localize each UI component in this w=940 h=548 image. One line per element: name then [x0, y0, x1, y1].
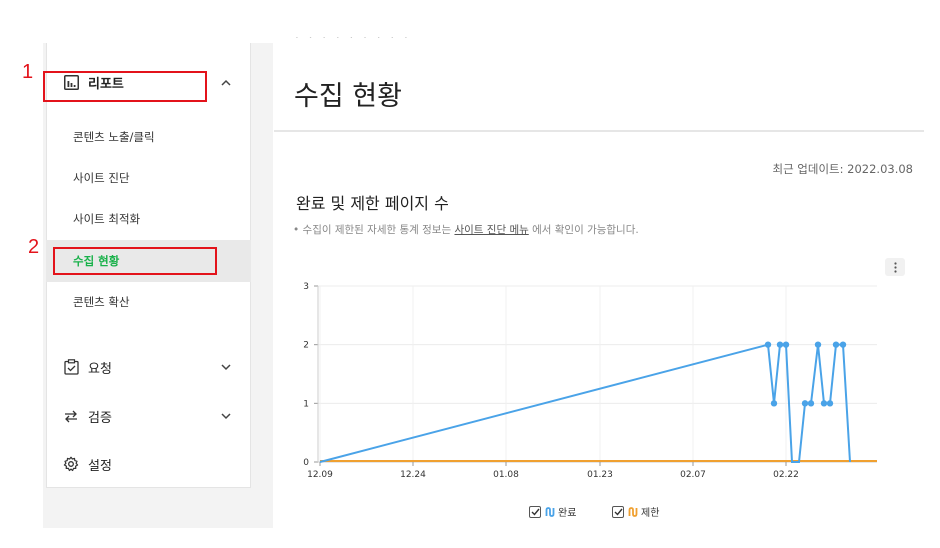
series-done-point	[820, 400, 828, 407]
checkmark-icon	[614, 508, 623, 516]
y-tick-label: 3	[303, 282, 309, 292]
more-vertical-icon	[893, 261, 897, 273]
x-tick-label: 02.07	[680, 470, 706, 480]
x-tick-label: 01.23	[587, 470, 613, 480]
series-done-point	[814, 341, 822, 348]
series-swatch-icon	[628, 502, 638, 521]
series-done-point	[839, 341, 847, 348]
annotation-number-2: 2	[28, 236, 40, 258]
x-tick-label: 12.24	[400, 470, 426, 480]
series-swatch-icon	[545, 502, 555, 521]
legend-item-limited[interactable]: 제한	[612, 502, 659, 521]
checkmark-icon	[531, 508, 540, 516]
sidebar-item-label: 설정	[88, 458, 112, 474]
clipboard-check-icon	[63, 359, 79, 375]
series-done-point	[826, 400, 834, 407]
chart-more-button[interactable]	[885, 258, 905, 276]
chevron-down-icon[interactable]	[220, 410, 232, 422]
chevron-up-icon[interactable]	[220, 76, 232, 88]
legend-label: 제한	[641, 508, 660, 519]
sidebar-item-request[interactable]: 요청	[46, 346, 251, 388]
clipped-header-text: · · · · · · · · ·	[295, 37, 411, 44]
title-divider	[274, 130, 924, 132]
notice-prefix: • 수집이 제한된 자세한 통계 정보는	[293, 224, 455, 236]
series-done-point	[776, 341, 784, 348]
series-done-point	[782, 341, 790, 348]
site-diagnosis-link[interactable]: 사이트 진단 메뉴	[454, 224, 528, 236]
repeat-arrows-icon	[63, 408, 79, 424]
x-tick-label: 01.08	[493, 470, 519, 480]
sidebar-subitem-label: 사이트 진단	[73, 171, 130, 185]
series-done-point	[764, 341, 772, 348]
sidebar-subitem-label: 콘텐츠 노출/클릭	[73, 130, 155, 144]
series-done-point	[801, 400, 809, 407]
sidebar-subitem-content-exposure[interactable]: 콘텐츠 노출/클릭	[46, 116, 251, 158]
sidebar-item-label: 검증	[88, 410, 112, 426]
checkbox[interactable]	[612, 505, 624, 518]
sidebar-subitem-content-spread[interactable]: 콘텐츠 확산	[46, 281, 251, 323]
annotation-box-2	[53, 247, 217, 275]
series-done-point	[832, 341, 840, 348]
section-title: 완료 및 제한 페이지 수	[296, 194, 449, 213]
chart-area: 0 1 2 3 12.09 12.24 01.08 01.23 02.07 02.22	[303, 282, 877, 480]
notice-text: • 수집이 제한된 자세한 통계 정보는 사이트 진단 메뉴 에서 확인이 가능…	[293, 222, 639, 237]
sidebar-item-label: 요청	[88, 361, 112, 377]
sidebar-subitem-site-diagnosis[interactable]: 사이트 진단	[46, 157, 251, 199]
sidebar-subitem-label: 사이트 최적화	[73, 212, 141, 226]
legend-item-done[interactable]: 완료	[529, 502, 576, 521]
y-tick-label: 2	[303, 341, 309, 351]
x-tick-label: 12.09	[307, 470, 333, 480]
legend-label: 완료	[558, 508, 577, 519]
sidebar-item-settings[interactable]: 설정	[46, 443, 251, 485]
annotation-box-1	[43, 71, 207, 102]
y-tick-label: 0	[303, 458, 309, 468]
sidebar-item-verify[interactable]: 검증	[46, 395, 251, 437]
x-tick-label: 02.22	[773, 470, 799, 480]
page-title: 수집 현황	[294, 81, 402, 112]
annotation-number-1: 1	[22, 61, 34, 83]
sidebar-subitem-label: 콘텐츠 확산	[73, 295, 130, 309]
y-tick-label: 1	[303, 399, 309, 409]
checkbox[interactable]	[529, 505, 541, 518]
chevron-down-icon[interactable]	[220, 361, 232, 373]
series-done-point	[770, 400, 778, 407]
sidebar-subitem-site-optimization[interactable]: 사이트 최적화	[46, 198, 251, 240]
notice-suffix: 에서 확인이 가능합니다.	[528, 224, 639, 236]
series-done-point	[807, 400, 815, 407]
gear-icon	[63, 456, 79, 472]
last-update-text: 최근 업데이트: 2022.03.08	[772, 162, 913, 176]
